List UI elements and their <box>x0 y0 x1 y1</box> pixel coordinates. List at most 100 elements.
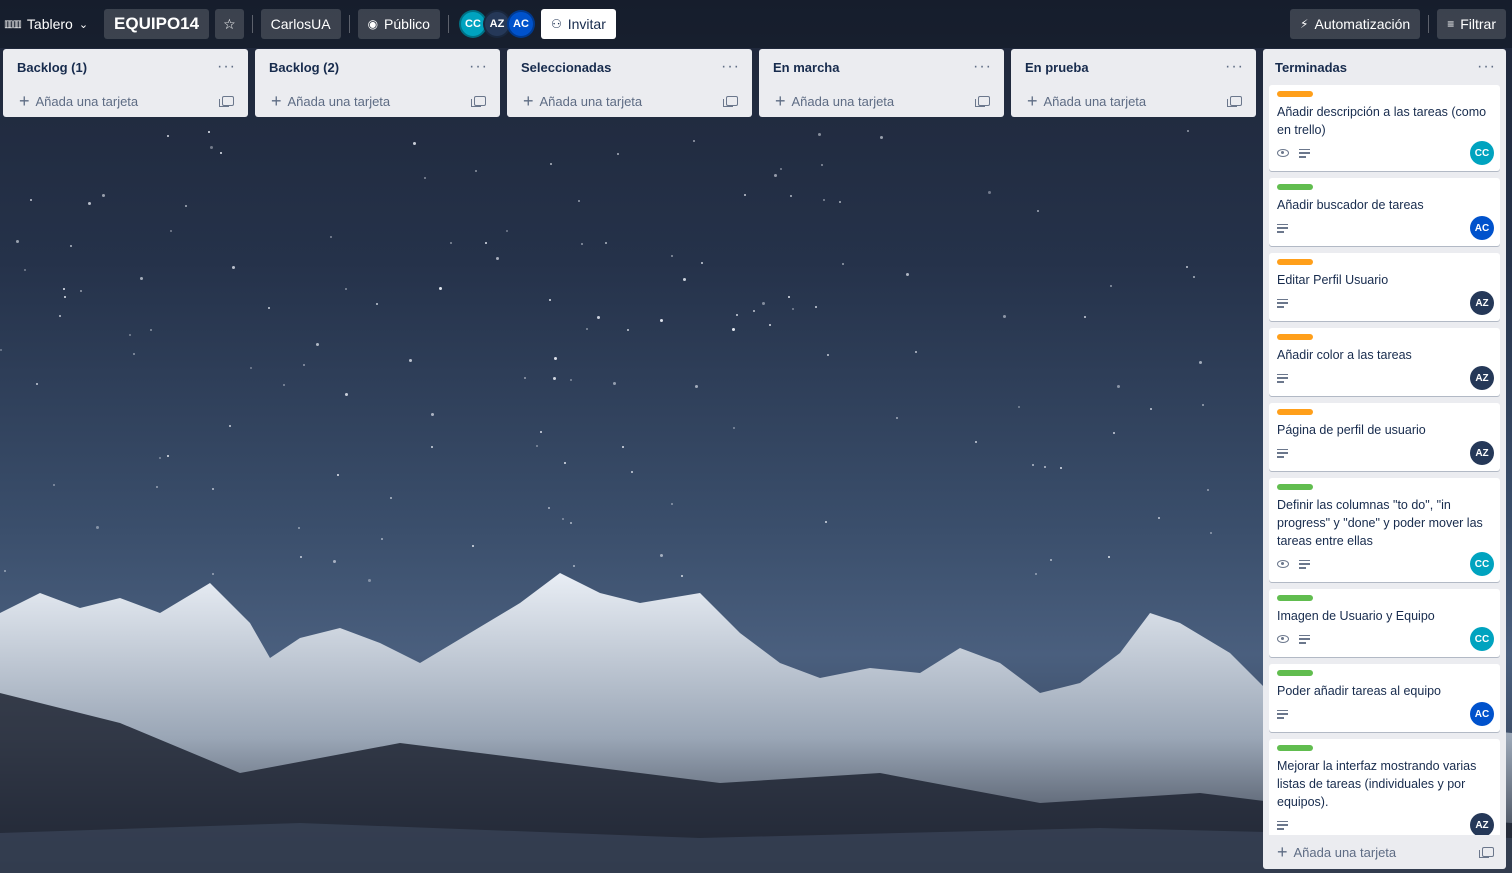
star <box>170 230 172 232</box>
list-title[interactable]: Backlog (2) <box>269 60 339 75</box>
card-template-icon[interactable] <box>219 96 234 107</box>
add-card-button[interactable]: + Añada una tarjeta <box>1269 835 1500 869</box>
card-title: Mejorar la interfaz mostrando varias lis… <box>1277 759 1477 809</box>
card-title: Definir las columnas "to do", "in progre… <box>1277 498 1483 548</box>
star <box>780 168 782 170</box>
description-icon <box>1277 298 1288 308</box>
list-title[interactable]: Seleccionadas <box>521 60 611 75</box>
filter-button[interactable]: ≡ Filtrar <box>1437 9 1506 39</box>
card[interactable]: Añadir descripción a las tareas (como en… <box>1269 85 1500 171</box>
card[interactable]: Añadir color a las tareas AZ <box>1269 328 1500 396</box>
list-title[interactable]: Terminadas <box>1275 60 1347 75</box>
divider <box>447 15 449 33</box>
description-icon <box>1299 148 1310 158</box>
card-member-avatar[interactable]: CC <box>1470 627 1494 651</box>
star <box>906 273 909 276</box>
view-switcher-button[interactable]: ▥▥ Tablero ⌄ <box>0 9 98 39</box>
star <box>548 507 550 509</box>
more-icon[interactable]: ··· <box>217 59 236 75</box>
star <box>150 329 152 331</box>
add-card-button[interactable]: + Añada una tarjeta <box>515 85 744 117</box>
more-icon[interactable]: ··· <box>1225 59 1244 75</box>
visibility-button[interactable]: ◉ Público <box>357 9 440 39</box>
star <box>736 314 738 316</box>
star <box>431 446 433 448</box>
card-template-icon[interactable] <box>1479 847 1494 858</box>
add-card-button[interactable]: + Añada una tarjeta <box>263 85 492 117</box>
star <box>167 455 169 457</box>
star <box>337 474 339 476</box>
list-title[interactable]: En marcha <box>773 60 839 75</box>
card-label <box>1277 334 1313 340</box>
star <box>553 377 556 380</box>
card[interactable]: Poder añadir tareas al equipo AC <box>1269 664 1500 732</box>
card[interactable]: Definir las columnas "to do", "in progre… <box>1269 478 1500 582</box>
description-icon <box>1277 448 1288 458</box>
card-member-avatar[interactable]: AZ <box>1470 366 1494 390</box>
star <box>1060 467 1062 469</box>
star <box>475 170 477 172</box>
star <box>622 446 624 448</box>
card[interactable]: Página de perfil de usuario AZ <box>1269 403 1500 471</box>
list-backlog-2: Backlog (2) ··· + Añada una tarjeta <box>255 49 500 117</box>
more-icon[interactable]: ··· <box>1477 59 1496 75</box>
star <box>30 199 32 201</box>
card-label <box>1277 484 1313 490</box>
star <box>472 545 474 547</box>
card-member-avatar[interactable]: AC <box>1470 216 1494 240</box>
list-title[interactable]: En prueba <box>1025 60 1089 75</box>
automation-button[interactable]: ⚡ Automatización <box>1290 9 1421 39</box>
description-icon <box>1299 634 1310 644</box>
card-template-icon[interactable] <box>723 96 738 107</box>
star <box>381 538 383 540</box>
card-template-icon[interactable] <box>975 96 990 107</box>
more-icon[interactable]: ··· <box>973 59 992 75</box>
star <box>896 417 898 419</box>
star <box>208 131 210 133</box>
card-member-avatar[interactable]: CC <box>1470 141 1494 165</box>
divider <box>1428 15 1430 33</box>
star-board-button[interactable]: ☆ <box>215 9 244 39</box>
more-icon[interactable]: ··· <box>721 59 740 75</box>
workspace-button[interactable]: CarlosUA <box>260 9 341 39</box>
card-member-avatar[interactable]: AZ <box>1470 813 1494 835</box>
avatar[interactable]: AC <box>506 10 535 38</box>
board-title[interactable]: EQUIPO14 <box>104 9 210 39</box>
card[interactable]: Imagen de Usuario y Equipo CC <box>1269 589 1500 657</box>
card-badges <box>1277 702 1492 726</box>
card-template-icon[interactable] <box>1227 96 1242 107</box>
add-card-button[interactable]: + Añada una tarjeta <box>767 85 996 117</box>
card-member-avatar[interactable]: AC <box>1470 702 1494 726</box>
star <box>631 471 633 473</box>
card-member-avatar[interactable]: CC <box>1470 552 1494 576</box>
description-icon <box>1277 709 1288 719</box>
plus-icon: + <box>775 91 786 111</box>
card-title: Añadir descripción a las tareas (como en… <box>1277 105 1487 137</box>
description-icon <box>1277 820 1288 830</box>
card-template-icon[interactable] <box>471 96 486 107</box>
card[interactable]: Añadir buscador de tareas AC <box>1269 178 1500 246</box>
star <box>554 357 557 360</box>
card-title: Imagen de Usuario y Equipo <box>1277 609 1435 623</box>
star <box>586 328 588 330</box>
star <box>330 236 332 238</box>
add-card-label: Añada una tarjeta <box>539 93 643 109</box>
card[interactable]: Editar Perfil Usuario AZ <box>1269 253 1500 321</box>
invite-button[interactable]: ⚇ Invitar <box>540 9 616 39</box>
add-card-button[interactable]: + Añada una tarjeta <box>1019 85 1248 117</box>
card-member-avatar[interactable]: AZ <box>1470 441 1494 465</box>
automation-label: Automatización <box>1314 16 1411 32</box>
board-header: ▥▥ Tablero ⌄ EQUIPO14 ☆ CarlosUA ◉ Públi… <box>0 0 1512 48</box>
add-card-button[interactable]: + Añada una tarjeta <box>11 85 240 117</box>
card-member-avatar[interactable]: AZ <box>1470 291 1494 315</box>
star <box>1032 464 1034 466</box>
list-header: Backlog (1) ··· <box>11 49 240 85</box>
card[interactable]: Mejorar la interfaz mostrando varias lis… <box>1269 739 1500 835</box>
star <box>762 302 765 305</box>
card-title: Añadir buscador de tareas <box>1277 198 1424 212</box>
star <box>96 526 99 529</box>
card-badges <box>1277 441 1492 465</box>
list-title[interactable]: Backlog (1) <box>17 60 87 75</box>
more-icon[interactable]: ··· <box>469 59 488 75</box>
star <box>1113 432 1115 434</box>
